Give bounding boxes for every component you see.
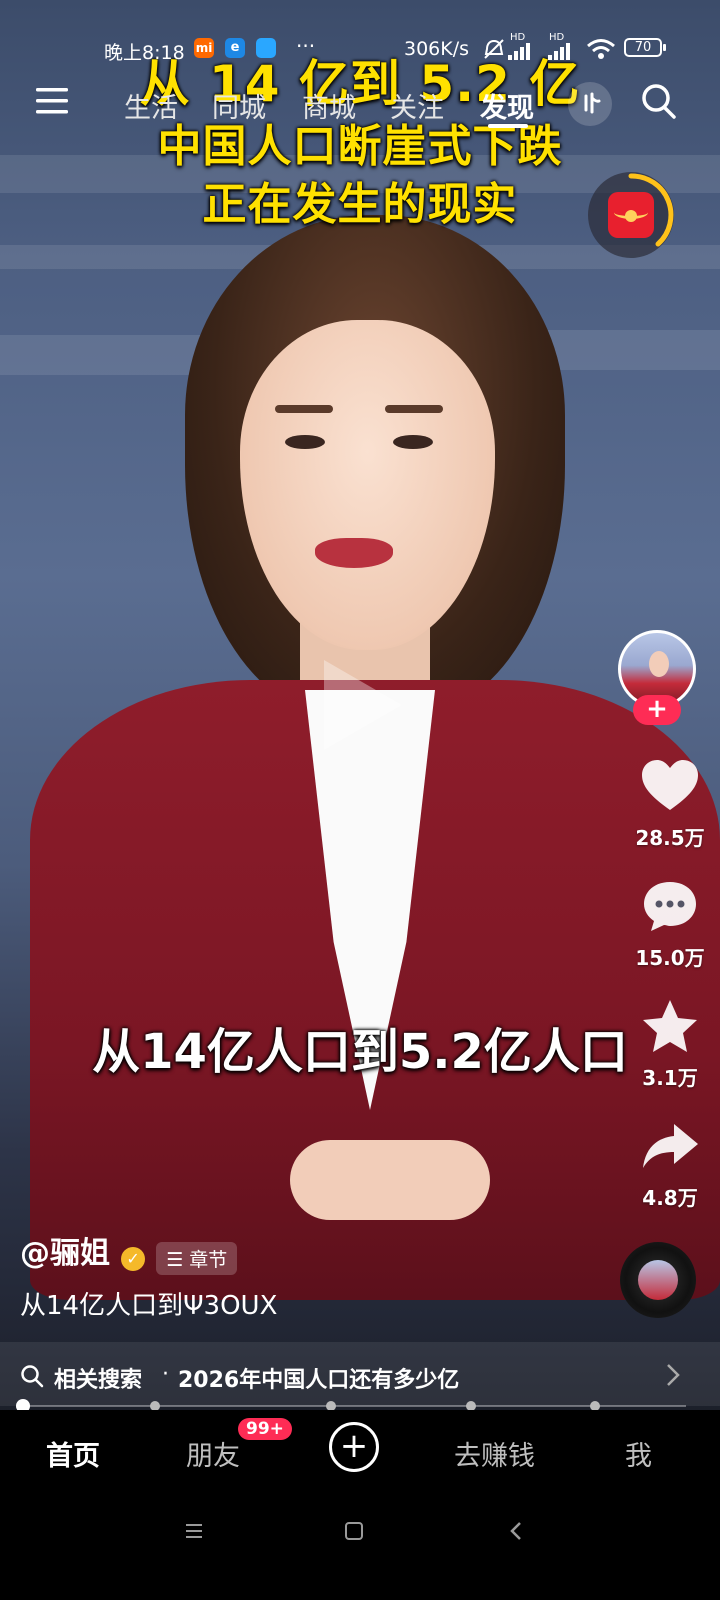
video-description[interactable]: 从14亿人口到Ψ3OUX bbox=[20, 1285, 277, 1322]
friends-badge: 99+ bbox=[238, 1418, 292, 1440]
signal-icon-2 bbox=[548, 43, 570, 60]
search-icon bbox=[21, 1365, 44, 1388]
like-button[interactable]: 28.5万 bbox=[630, 758, 710, 851]
tab-mall[interactable]: 商城 bbox=[302, 86, 356, 125]
presenter-brow bbox=[275, 405, 333, 413]
presenter-brow bbox=[385, 405, 443, 413]
tab-local[interactable]: 同城 bbox=[212, 86, 266, 125]
tab-me[interactable]: 我 bbox=[625, 1434, 652, 1473]
battery-tip bbox=[663, 44, 666, 51]
share-icon bbox=[643, 1124, 698, 1168]
play-icon[interactable] bbox=[312, 650, 412, 760]
tab-home[interactable]: 首页 bbox=[46, 1434, 100, 1473]
mi-app-icon: mi bbox=[194, 38, 214, 58]
red-packet-icon bbox=[608, 192, 654, 238]
status-bar: 晚上8:18 mi e ··· 306K/s HD HD 70 bbox=[0, 30, 720, 70]
related-search-query: 2026年中国人口还有多少亿 bbox=[178, 1368, 460, 1393]
search-icon[interactable] bbox=[640, 82, 678, 122]
presenter-eye bbox=[393, 435, 433, 449]
chat-app-icon bbox=[256, 38, 276, 58]
wifi-icon bbox=[587, 39, 615, 59]
menu-icon[interactable] bbox=[36, 86, 70, 116]
red-packet-widget[interactable] bbox=[588, 172, 674, 258]
related-search-separator: · bbox=[162, 1362, 169, 1387]
like-count: 28.5万 bbox=[635, 826, 705, 850]
author-row: @骊姐 ✓ ☰ 章节 bbox=[20, 1228, 238, 1275]
recent-apps-icon[interactable] bbox=[184, 1520, 206, 1542]
video-subtitle: 从14亿人口到5.2亿人口 bbox=[92, 1024, 628, 1080]
chevron-right-icon bbox=[667, 1364, 680, 1386]
bottom-tab-bar: 首页 朋友 99+ + 去赚钱 我 bbox=[0, 1410, 720, 1492]
comment-count: 15.0万 bbox=[635, 946, 705, 970]
chapter-list-icon: ☰ bbox=[166, 1249, 190, 1271]
tab-following[interactable]: 关注 bbox=[390, 86, 444, 125]
presenter-hands bbox=[290, 1140, 490, 1220]
heart-icon bbox=[642, 760, 698, 810]
video-progress-bar[interactable] bbox=[16, 1399, 686, 1413]
alarm-off-icon bbox=[484, 39, 504, 59]
signal-icon-1 bbox=[508, 43, 530, 60]
create-button[interactable]: + bbox=[329, 1422, 379, 1472]
presenter-lips bbox=[315, 538, 393, 568]
favorite-count: 3.1万 bbox=[642, 1066, 698, 1090]
star-icon bbox=[643, 1000, 697, 1052]
battery-icon: 70 bbox=[624, 38, 662, 57]
status-time: 晚上8:18 bbox=[104, 42, 185, 64]
comment-button[interactable]: 15.0万 bbox=[630, 878, 710, 971]
share-button[interactable]: 4.8万 bbox=[630, 1118, 710, 1211]
music-disc[interactable] bbox=[620, 1242, 696, 1318]
music-disc-cover bbox=[638, 1260, 678, 1300]
verified-badge-icon: ✓ bbox=[121, 1246, 146, 1271]
presenter-eye bbox=[285, 435, 325, 449]
author-name[interactable]: @骊姐 bbox=[20, 1236, 110, 1271]
favorite-button[interactable]: 3.1万 bbox=[630, 998, 710, 1091]
comment-icon bbox=[644, 882, 696, 931]
top-nav: 生活 同城 商城 关注 发现 bbox=[0, 76, 720, 132]
tab-life[interactable]: 生活 bbox=[124, 86, 178, 125]
plus-icon: + bbox=[339, 1426, 369, 1466]
battery-level: 70 bbox=[634, 40, 652, 55]
douyin-logo-icon[interactable] bbox=[568, 82, 612, 126]
tab-friends[interactable]: 朋友 bbox=[186, 1434, 240, 1473]
active-tab-indicator bbox=[488, 124, 528, 128]
system-nav-bar bbox=[0, 1492, 720, 1600]
more-notifications-icon: ··· bbox=[296, 34, 316, 58]
browser-app-icon: e bbox=[225, 38, 245, 58]
network-speed: 306K/s bbox=[404, 38, 470, 60]
tab-discover[interactable]: 发现 bbox=[480, 86, 534, 125]
back-icon[interactable] bbox=[506, 1520, 528, 1542]
follow-button[interactable]: + bbox=[633, 695, 681, 725]
home-icon[interactable] bbox=[343, 1520, 365, 1542]
share-count: 4.8万 bbox=[642, 1186, 698, 1210]
related-search-label: 相关搜索 bbox=[54, 1368, 143, 1393]
chapter-label: 章节 bbox=[189, 1249, 228, 1271]
chapter-button[interactable]: ☰ 章节 bbox=[156, 1242, 238, 1275]
tab-earn[interactable]: 去赚钱 bbox=[454, 1434, 535, 1473]
related-search-bar[interactable]: 相关搜索 · 2026年中国人口还有多少亿 bbox=[0, 1342, 720, 1406]
